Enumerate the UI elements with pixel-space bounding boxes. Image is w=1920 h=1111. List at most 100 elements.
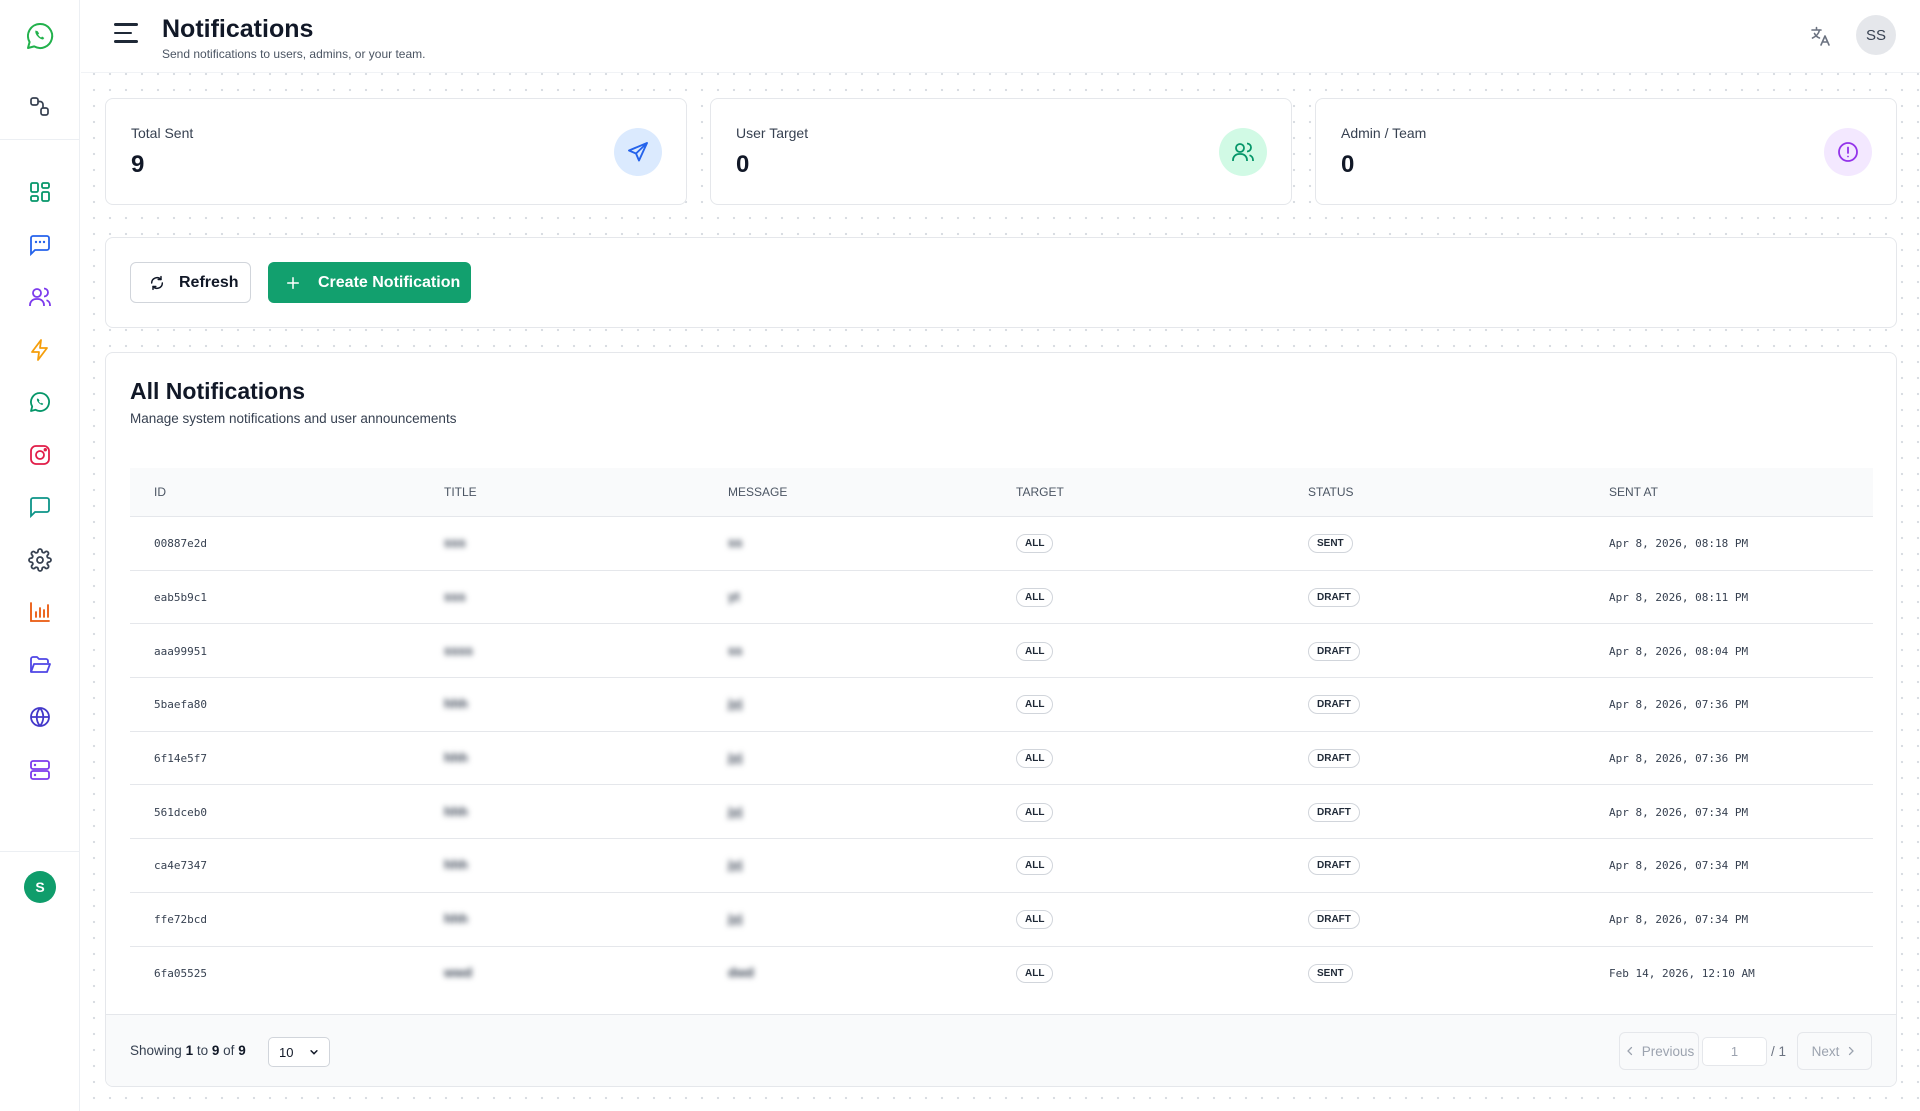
sidebar-item-automations[interactable] <box>0 324 80 377</box>
message-square-icon <box>30 497 50 519</box>
cell-id: ffe72bcd <box>154 913 207 927</box>
globe-icon <box>30 707 50 728</box>
next-label: Next <box>1811 1043 1840 1059</box>
sidebar-nav <box>0 166 80 796</box>
notifications-table-card: All Notifications Manage system notifica… <box>105 352 1897 1087</box>
cell-sent-at: Apr 8, 2026, 07:36 PM <box>1609 698 1749 712</box>
bar-chart-icon <box>30 602 50 623</box>
sidebar-item-settings[interactable] <box>0 534 80 587</box>
translate-icon[interactable] <box>1809 24 1833 48</box>
menu-toggle-icon[interactable] <box>114 23 142 47</box>
create-notification-button[interactable]: Create Notification <box>268 262 471 303</box>
stat-card-total-sent: Total Sent 9 <box>105 98 687 205</box>
stat-badge <box>1824 128 1872 176</box>
status-badge: DRAFT <box>1308 856 1360 876</box>
sidebar-item-servers[interactable] <box>0 744 80 797</box>
table-row[interactable]: 5baefa80 hhh jyj ALL DRAFT Apr 8, 2026, 07:36… <box>130 678 1873 732</box>
table-row[interactable]: aaa99951 ssss ss ALL DRAFT Apr 8, 2026, 08:04… <box>130 624 1873 679</box>
folder-open-icon <box>30 655 51 673</box>
page-size-value: 10 <box>279 1044 294 1060</box>
column-header-id[interactable]: ID <box>130 485 420 499</box>
whatsapp-logo-icon[interactable] <box>24 20 56 52</box>
stat-card-admin-team: Admin / Team 0 <box>1315 98 1897 205</box>
sidebar-item-chat[interactable] <box>0 481 80 534</box>
cell-sent-at: Apr 8, 2026, 07:34 PM <box>1609 913 1749 927</box>
cell-message: dwd <box>728 965 754 981</box>
column-header-status[interactable]: STATUS <box>1288 485 1585 499</box>
column-header-target[interactable]: TARGET <box>1000 485 1288 499</box>
cell-title: hhh <box>444 803 468 819</box>
sidebar-item-whatsapp[interactable] <box>0 376 80 429</box>
sidebar-item-contacts[interactable] <box>0 271 80 324</box>
cell-title: hhh <box>444 696 468 712</box>
table-row[interactable]: 6f14e5f7 hhh jyj ALL DRAFT Apr 8, 2026, 07:36… <box>130 732 1873 786</box>
table-header: ID TITLE MESSAGE TARGET STATUS SENT AT <box>130 468 1873 517</box>
stat-label: User Target <box>736 125 809 141</box>
page-number-input[interactable]: 1 <box>1702 1037 1767 1066</box>
column-header-message[interactable]: MESSAGE <box>710 485 1000 499</box>
pagination-summary: Showing 1 to 9 of 9 <box>130 1043 246 1058</box>
target-badge: ALL <box>1016 856 1054 876</box>
chevron-right-icon <box>1849 1046 1855 1056</box>
table-row[interactable]: ca4e7347 hhh jyj ALL DRAFT Apr 8, 2026, 07:34… <box>130 839 1873 893</box>
status-badge: DRAFT <box>1308 695 1360 715</box>
cell-sent-at: Apr 8, 2026, 07:34 PM <box>1609 805 1749 819</box>
table-row[interactable]: 00887e2d sss ss ALL SENT Apr 8, 2026, 08:18 P… <box>130 517 1873 571</box>
chevron-down-icon <box>310 1050 318 1055</box>
sidebar-item-analytics[interactable] <box>0 586 80 639</box>
table-row[interactable]: eab5b9c1 sss yt ALL DRAFT Apr 8, 2026, 08:11 … <box>130 571 1873 625</box>
whatsapp-icon <box>30 392 50 413</box>
column-header-title[interactable]: TITLE <box>420 485 710 499</box>
user-avatar[interactable]: SS <box>1856 15 1896 55</box>
cell-sent-at: Apr 8, 2026, 08:18 PM <box>1609 537 1749 551</box>
cell-id: 00887e2d <box>154 537 207 551</box>
status-badge: SENT <box>1308 964 1353 984</box>
cell-message: jyj <box>728 696 743 712</box>
stat-value: 9 <box>131 151 145 178</box>
cell-sent-at: Apr 8, 2026, 08:11 PM <box>1609 591 1749 605</box>
target-badge: ALL <box>1016 534 1054 554</box>
sidebar-item-files[interactable] <box>0 639 80 692</box>
table-body: 00887e2d sss ss ALL SENT Apr 8, 2026, 08:18 P… <box>130 517 1873 1000</box>
sidebar-item-messages[interactable] <box>0 219 80 272</box>
table-title: All Notifications <box>130 378 306 404</box>
cell-message: ss <box>728 535 743 551</box>
page-subtitle: Send notifications to users, admins, or … <box>162 47 426 61</box>
workspace-switch-icon[interactable] <box>28 95 52 119</box>
target-badge: ALL <box>1016 964 1054 984</box>
target-badge: ALL <box>1016 802 1054 822</box>
status-badge: DRAFT <box>1308 802 1360 822</box>
status-badge: DRAFT <box>1308 641 1360 661</box>
previous-page-button[interactable]: Previous <box>1619 1032 1699 1070</box>
cell-title: sss <box>444 589 466 605</box>
sidebar-item-web[interactable] <box>0 691 80 744</box>
table-row[interactable]: 6fa05525 wwd dwd ALL SENT Feb 14, 2026, 12:10… <box>130 947 1873 1001</box>
cell-title: hhh <box>444 857 468 873</box>
page-size-select[interactable]: 10 <box>268 1037 330 1067</box>
cell-id: 6f14e5f7 <box>154 752 207 766</box>
notifications-table: ID TITLE MESSAGE TARGET STATUS SENT AT 0… <box>130 468 1873 1000</box>
table-row[interactable]: ffe72bcd hhh jyj ALL DRAFT Apr 8, 2026, 07:34… <box>130 893 1873 947</box>
cell-id: aaa99951 <box>154 644 207 658</box>
users-icon <box>1232 142 1254 161</box>
dashboard-icon <box>30 182 50 203</box>
table-row[interactable]: 561dceb0 hhh jyj ALL DRAFT Apr 8, 2026, 07:34… <box>130 785 1873 840</box>
status-badge: SENT <box>1308 534 1353 554</box>
sidebar-item-dashboard[interactable] <box>0 166 80 219</box>
stat-value: 0 <box>736 151 750 178</box>
next-page-button[interactable]: Next <box>1797 1032 1872 1070</box>
sidebar-user-avatar[interactable]: S <box>24 871 56 903</box>
sidebar-item-instagram[interactable] <box>0 429 80 482</box>
total-pages: / 1 <box>1771 1044 1787 1059</box>
cell-sent-at: Feb 14, 2026, 12:10 AM <box>1609 967 1755 981</box>
column-header-sent-at[interactable]: SENT AT <box>1585 485 1873 499</box>
top-header: Notifications Send notifications to user… <box>81 0 1920 73</box>
create-notification-label: Create Notification <box>318 273 461 291</box>
send-icon <box>628 142 648 162</box>
server-icon <box>30 759 50 780</box>
cell-sent-at: Apr 8, 2026, 07:34 PM <box>1609 859 1749 873</box>
cell-title: wwd <box>444 965 473 981</box>
actions-bar: Refresh Create Notification <box>105 237 1897 328</box>
refresh-button[interactable]: Refresh <box>130 262 251 303</box>
stat-label: Total Sent <box>131 125 194 141</box>
